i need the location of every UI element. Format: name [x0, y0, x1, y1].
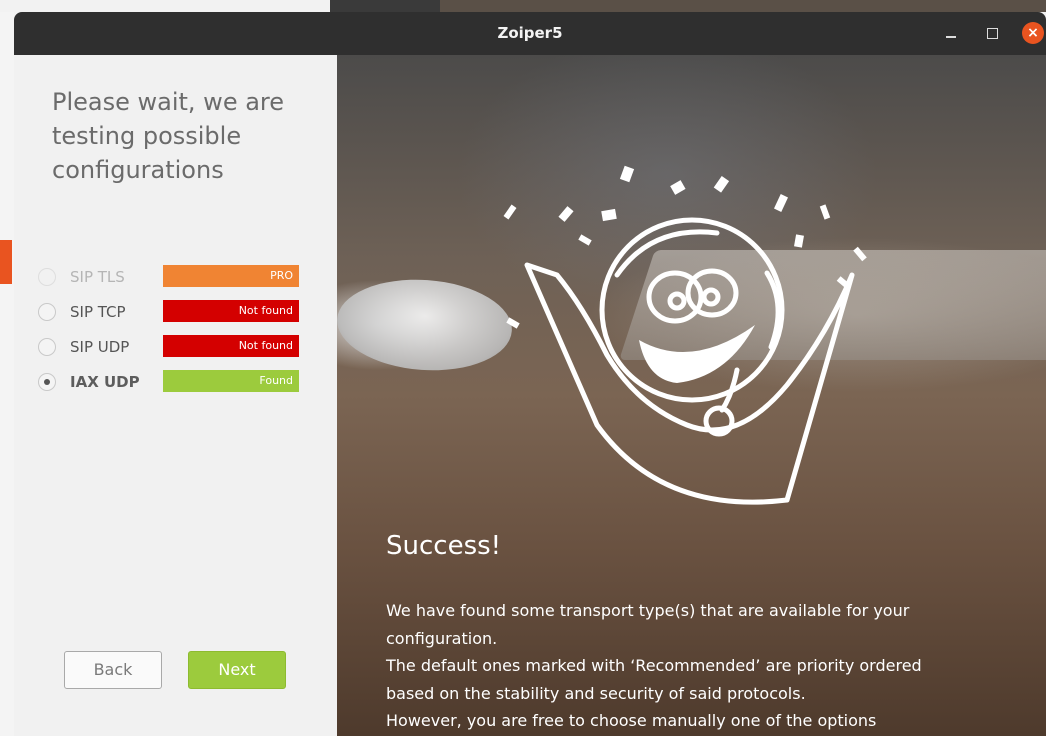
maximize-icon: [986, 27, 998, 39]
next-button[interactable]: Next: [188, 651, 286, 689]
option-sip-tls: SIP TLS PRO: [38, 261, 328, 296]
desktop-accent-mark: [0, 240, 12, 284]
radio-iax-udp[interactable]: [38, 373, 56, 391]
status-badge-pro: PRO: [163, 265, 299, 287]
minimize-icon: [946, 36, 956, 38]
option-label[interactable]: SIP UDP: [70, 338, 129, 356]
success-message: We have found some transport type(s) tha…: [386, 597, 966, 735]
close-icon: ×: [1022, 22, 1044, 44]
option-iax-udp[interactable]: IAX UDP Found: [38, 366, 328, 401]
window-title: Zoiper5: [497, 24, 563, 42]
option-label[interactable]: SIP TCP: [70, 303, 126, 321]
radio-sip-tls: [38, 268, 56, 286]
status-badge-not-found: Not found: [163, 300, 299, 322]
desktop-background-strip: [0, 0, 1046, 12]
page-heading: Please wait, we are testing possible con…: [52, 88, 285, 184]
close-button[interactable]: ×: [1020, 20, 1046, 46]
celebrating-mascot-icon: [503, 165, 867, 505]
back-button[interactable]: Back: [64, 651, 162, 689]
status-badge-found: Found: [163, 370, 299, 392]
success-title: Success!: [386, 531, 502, 561]
message-line: We have found some transport type(s) tha…: [386, 601, 910, 648]
title-bar[interactable]: Zoiper5 ×: [14, 12, 1046, 55]
radio-sip-tcp[interactable]: [38, 303, 56, 321]
status-badge-not-found: Not found: [163, 335, 299, 357]
maximize-button[interactable]: [979, 20, 1005, 46]
success-illustration-panel: Success! We have found some transport ty…: [337, 55, 1046, 736]
radio-sip-udp[interactable]: [38, 338, 56, 356]
option-sip-udp[interactable]: SIP UDP Not found: [38, 331, 328, 366]
zoiper-window: Zoiper5 × Please wait, we are testing po…: [14, 12, 1046, 736]
transport-options-list: SIP TLS PRO SIP TCP Not found SIP UDP No…: [38, 261, 328, 401]
minimize-button[interactable]: [938, 20, 964, 46]
desktop-background-app: [0, 12, 15, 736]
message-line: The default ones marked with ‘Recommende…: [386, 656, 922, 703]
option-label[interactable]: IAX UDP: [70, 373, 140, 391]
option-label: SIP TLS: [70, 268, 125, 286]
option-sip-tcp[interactable]: SIP TCP Not found: [38, 296, 328, 331]
configuration-panel: Please wait, we are testing possible con…: [14, 55, 337, 736]
message-line: However, you are free to choose manually…: [386, 711, 877, 730]
